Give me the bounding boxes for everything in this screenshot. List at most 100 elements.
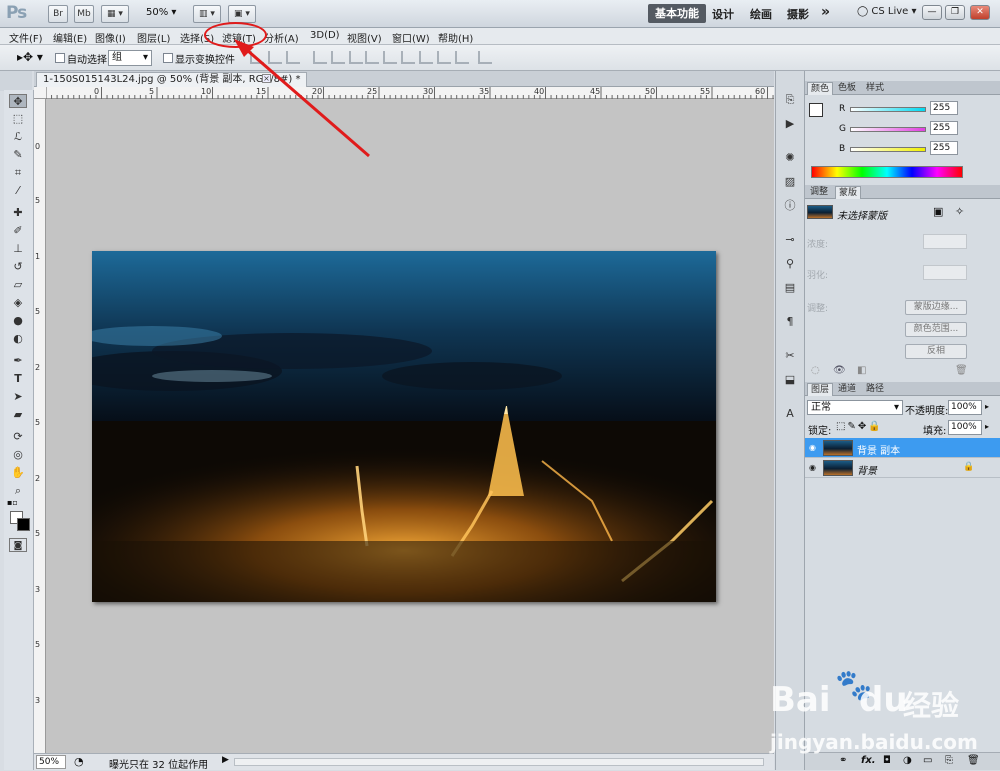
pixel-mask-icon[interactable]: ▣	[933, 205, 943, 218]
zoom-level-dropdown[interactable]: 50% ▾	[146, 7, 176, 18]
zoom-tool-icon[interactable]: ⌕	[9, 484, 27, 498]
move-tool-icon[interactable]: ✥	[9, 94, 27, 108]
color-spectrum-bar[interactable]	[811, 166, 963, 178]
distribute-vcenter-icon[interactable]	[383, 51, 397, 64]
mask-edge-button[interactable]: 蒙版边缘...	[905, 300, 967, 315]
default-colors-icon[interactable]: ▪▫	[7, 498, 18, 507]
hand-tool-icon[interactable]: ✋	[9, 466, 27, 480]
blur-tool-icon[interactable]: ●	[9, 314, 27, 328]
green-slider[interactable]	[850, 127, 926, 132]
background-color-swatch[interactable]	[17, 518, 30, 531]
navigator-panel-icon[interactable]: ▨	[782, 175, 798, 189]
blend-mode-dropdown[interactable]: 正常 ▾	[807, 400, 903, 415]
3d-rotate-tool-icon[interactable]: ⟳	[9, 430, 27, 444]
opacity-slider-icon[interactable]: ▸	[985, 402, 989, 411]
distribute-right-icon[interactable]	[455, 51, 469, 64]
opacity-field[interactable]: 100%	[948, 400, 982, 415]
paint-bucket-tool-icon[interactable]: ◈	[9, 296, 27, 310]
pen-tool-icon[interactable]: ✒	[9, 354, 27, 368]
workspace-design[interactable]: 设计	[712, 6, 734, 22]
quick-mask-icon[interactable]: ◙	[9, 538, 27, 552]
crop-tool-icon[interactable]: ⌗	[9, 166, 27, 180]
tab-swatches[interactable]: 色板	[835, 82, 859, 95]
eraser-tool-icon[interactable]: ▱	[9, 278, 27, 292]
tab-paths[interactable]: 路径	[863, 383, 887, 396]
color-foreground-swatch[interactable]	[809, 103, 823, 117]
lasso-tool-icon[interactable]: ℒ	[9, 130, 27, 144]
brushes-panel-icon[interactable]: ✺	[782, 151, 798, 165]
path-selection-tool-icon[interactable]: ➤	[9, 390, 27, 404]
blue-slider[interactable]	[850, 147, 926, 152]
workspace-essentials-button[interactable]: 基本功能	[648, 4, 706, 23]
notes-panel-icon[interactable]: ▤	[782, 281, 798, 295]
tab-masks[interactable]: 蒙版	[835, 186, 862, 199]
delete-layer-icon[interactable]: 🗑	[967, 755, 980, 766]
tools-panel-header[interactable]	[0, 71, 32, 91]
brush-tool-icon[interactable]: ✐	[9, 224, 27, 238]
view-extras-button[interactable]: ▦ ▾	[101, 5, 129, 23]
mini-bridge-button[interactable]: Mb	[74, 5, 94, 23]
red-slider[interactable]	[850, 107, 926, 112]
arrange-documents-button[interactable]: ▥ ▾	[193, 5, 221, 23]
distribute-hcenter-icon[interactable]	[437, 51, 451, 64]
delete-mask-icon[interactable]: 🗑	[955, 365, 968, 376]
auto-select-target-dropdown[interactable]: 组 ▾	[108, 50, 152, 66]
3d-orbit-tool-icon[interactable]: ◎	[9, 448, 27, 462]
close-window-button[interactable]: ✕	[970, 5, 990, 20]
visibility-eye-icon[interactable]: ◉	[809, 463, 819, 472]
shape-tool-icon[interactable]: ▰	[9, 408, 27, 422]
feather-field[interactable]	[923, 265, 967, 280]
3d-panel-icon[interactable]: ✂	[782, 349, 798, 363]
auto-select-checkbox[interactable]	[55, 53, 65, 63]
density-field[interactable]	[923, 234, 967, 249]
tab-channels[interactable]: 通道	[835, 383, 859, 396]
invert-button[interactable]: 反相	[905, 344, 967, 359]
distribute-bottom-icon[interactable]	[401, 51, 415, 64]
bridge-button[interactable]: Br	[48, 5, 68, 23]
dodge-tool-icon[interactable]: ◐	[9, 332, 27, 346]
screen-mode-button[interactable]: ▣ ▾	[228, 5, 256, 23]
green-value-field[interactable]: 255	[930, 121, 958, 135]
show-transform-controls-checkbox[interactable]	[163, 53, 173, 63]
status-preview-icon[interactable]: ◔	[74, 755, 84, 768]
animation-panel-icon[interactable]: ⬓	[782, 373, 798, 387]
layer-row-background-copy[interactable]: ◉ 背景 副本	[805, 438, 1000, 458]
history-panel-icon[interactable]: ⎘	[782, 93, 798, 107]
visibility-eye-icon[interactable]: ◉	[809, 443, 819, 452]
paragraph-panel-icon[interactable]: ¶	[782, 315, 798, 329]
menu-edit[interactable]: 编辑(E)	[53, 30, 87, 45]
fill-slider-icon[interactable]: ▸	[985, 422, 989, 431]
vector-mask-icon[interactable]: ✧	[955, 205, 964, 218]
layer-row-background[interactable]: ◉ 背景 🔒	[805, 458, 1000, 478]
clone-stamp-tool-icon[interactable]: ⊥	[9, 242, 27, 256]
disable-mask-icon[interactable]: ◧	[857, 365, 866, 376]
restore-button[interactable]: ❐	[945, 5, 965, 20]
color-range-button[interactable]: 颜色范围...	[905, 322, 967, 337]
history-brush-tool-icon[interactable]: ↺	[9, 260, 27, 274]
actions-panel-icon[interactable]: ▶	[782, 117, 798, 131]
lock-options-icons[interactable]: ⬚✎✥🔒	[836, 421, 883, 432]
workspace-painting[interactable]: 绘画	[750, 6, 772, 22]
load-selection-icon[interactable]: ◌	[811, 365, 820, 376]
quick-selection-tool-icon[interactable]: ✎	[9, 148, 27, 162]
tab-color[interactable]: 颜色	[807, 82, 834, 95]
healing-brush-tool-icon[interactable]: ✚	[9, 206, 27, 220]
tab-styles[interactable]: 样式	[863, 82, 887, 95]
menu-image[interactable]: 图像(I)	[95, 30, 126, 45]
clone-source-panel-icon[interactable]: ⚲	[782, 257, 798, 271]
horizontal-scrollbar[interactable]	[234, 758, 764, 766]
workspace-photography[interactable]: 摄影	[787, 6, 809, 22]
red-value-field[interactable]: 255	[930, 101, 958, 115]
menu-window[interactable]: 窗口(W)	[392, 30, 430, 45]
status-zoom-field[interactable]: 50%	[36, 755, 66, 769]
tab-layers[interactable]: 图层	[807, 383, 834, 396]
move-tool-preset-icon[interactable]: ▸✥ ▾	[17, 50, 43, 64]
menu-file[interactable]: 文件(F)	[9, 30, 43, 45]
character-panel-icon[interactable]: A	[782, 407, 798, 421]
menu-help[interactable]: 帮助(H)	[438, 30, 473, 45]
distribute-left-icon[interactable]	[419, 51, 433, 64]
menu-layer[interactable]: 图层(L)	[137, 30, 170, 45]
auto-align-layers-icon[interactable]	[478, 51, 492, 64]
apply-mask-icon[interactable]: 👁	[833, 365, 846, 376]
blue-value-field[interactable]: 255	[930, 141, 958, 155]
